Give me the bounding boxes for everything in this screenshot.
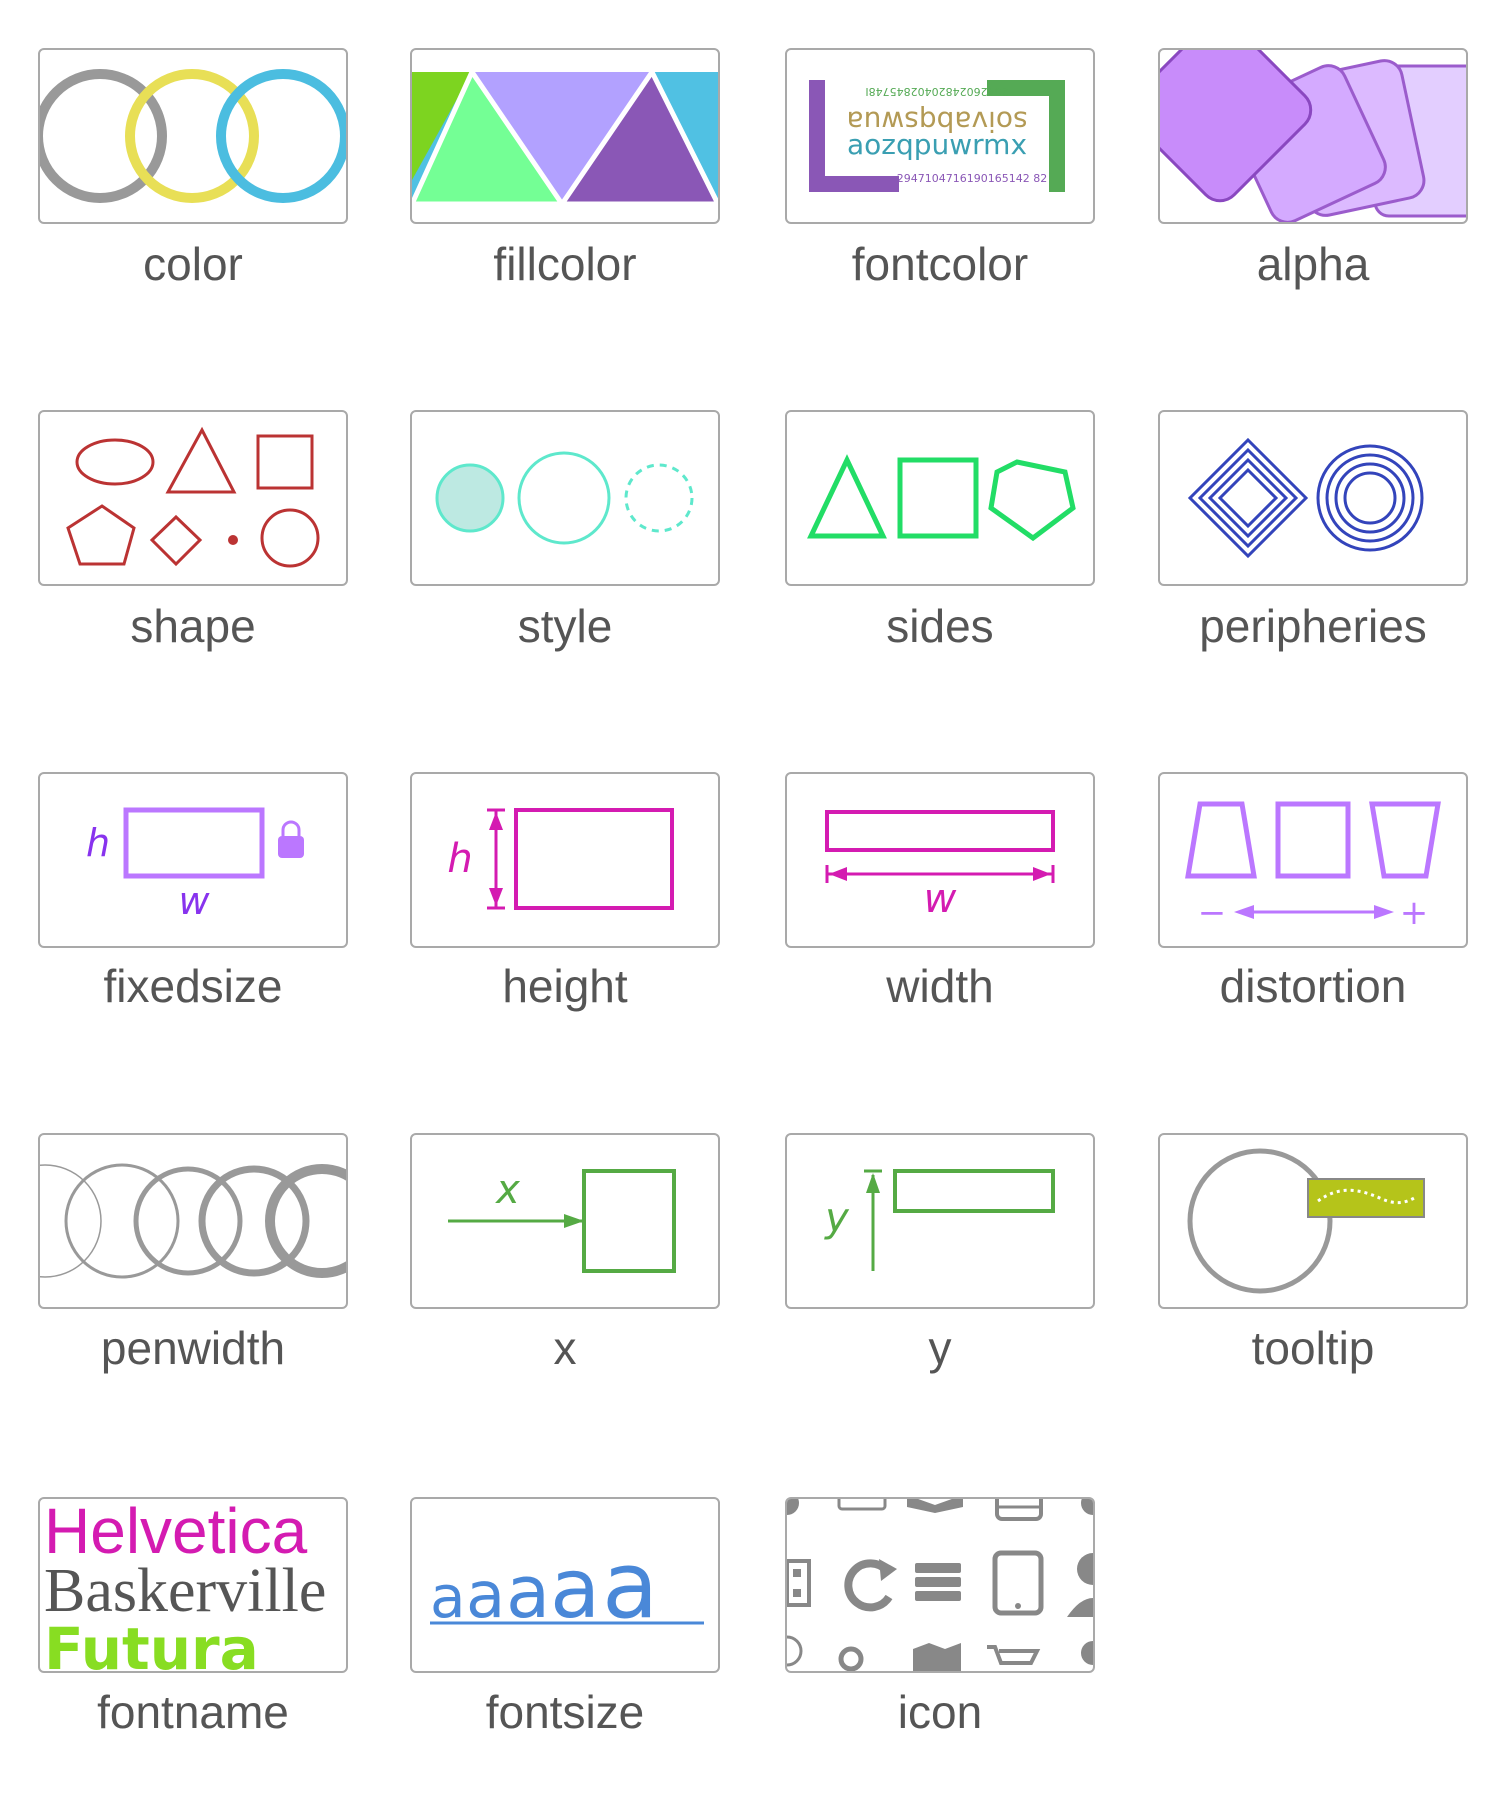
fontsize-glyph-3: a [506,1550,550,1634]
fontname-label: fontname [97,1686,289,1738]
book-icon [907,1499,963,1513]
height-illustration: h [447,808,674,910]
tablet-icon [992,1550,1044,1616]
window-icon [995,1499,1043,1521]
penwidth-label: penwidth [100,1322,286,1374]
sides-tile[interactable] [785,410,1095,586]
alpha-tile[interactable] [1158,48,1468,224]
tooltip-tile[interactable] [1158,1133,1468,1309]
fontsize-label: fontsize [485,1686,645,1738]
fontcolor-word: aozqpuwrmx [847,128,1027,161]
sides-label: sides [886,600,994,652]
fontcolor-illustration: 20426024820402845748I soivabqswua aozqpu… [809,80,1065,192]
fontsize-glyph-1: a [430,1563,466,1631]
width-illustration: w [825,810,1055,922]
fixedsize-w-label: w [178,879,210,923]
keyboard-icon [837,1499,887,1511]
y-illustration: y [824,1169,1055,1271]
fillcolor-tile[interactable] [410,48,720,224]
shape-label: shape [130,600,256,652]
style-tile[interactable] [410,410,720,586]
left-edge-icon [787,1499,803,1667]
lock-icon [278,820,304,858]
alpha-squares-illustration [1160,50,1466,222]
x-tile[interactable]: x [410,1133,720,1309]
height-label: height [502,960,628,1012]
width-tile[interactable]: w [785,772,1095,948]
fixedsize-illustration: h w [86,807,304,923]
tooltip-label: tooltip [1251,1322,1375,1374]
icon-illustration [787,1499,1093,1671]
fixedsize-h-label: h [86,821,110,865]
shape-illustration [66,426,320,568]
fontcolor-label: fontcolor [851,238,1029,290]
fontcolor-mirrored-digits: 20426024820402845748I [865,85,1008,98]
width-w-label: w [924,876,957,922]
tooltip-illustration [1187,1148,1425,1294]
style-label: style [517,600,613,652]
peripheries-tile[interactable] [1158,410,1468,586]
fixedsize-label: fixedsize [103,960,283,1012]
qr-icon [787,1559,811,1607]
link-icon [838,1646,864,1671]
fontname-futura: Futura [44,1615,259,1671]
peripheries-label: peripheries [1199,600,1427,652]
icon-label: icon [897,1686,983,1738]
distortion-minus: − [1198,893,1227,933]
width-label: width [886,960,994,1012]
fillcolor-label: fillcolor [493,238,637,290]
shape-tile[interactable] [38,410,348,586]
sides-illustration [807,454,1076,542]
fillcolor-triangles-illustration [412,66,718,207]
fontsize-illustration: a a a a a [430,1532,704,1639]
x-label: x [553,1322,577,1374]
y-label: y [928,1322,952,1374]
y-tile[interactable]: y [785,1133,1095,1309]
penwidth-tile[interactable] [38,1133,348,1309]
x-illustration: x [448,1167,676,1273]
fontname-tile[interactable]: Helvetica Baskerville Futura [38,1497,348,1673]
icon-tile[interactable] [785,1497,1095,1673]
distortion-illustration: − + [1185,801,1441,933]
color-rings-illustration [40,69,346,203]
distortion-label: distortion [1219,960,1407,1012]
user-icon [1067,1553,1093,1617]
fontcolor-tile[interactable]: 20426024820402845748I soivabqswua aozqpu… [785,48,1095,224]
distortion-plus: + [1400,893,1429,933]
cart-icon [987,1645,1041,1665]
refresh-icon [844,1559,897,1612]
fixedsize-tile[interactable]: h w [38,772,348,948]
server-icon [915,1563,961,1601]
penwidth-illustration [40,1163,346,1279]
height-tile[interactable]: h [410,772,720,948]
color-label: color [143,238,243,290]
distortion-tile[interactable]: − + [1158,772,1468,948]
fontname-illustration: Helvetica Baskerville Futura [44,1499,326,1671]
style-illustration [435,451,694,545]
map-icon [913,1643,961,1671]
y-letter: y [824,1195,850,1241]
x-letter: x [494,1167,520,1213]
height-h-label: h [447,836,472,882]
alpha-label: alpha [1256,238,1370,290]
fontcolor-digits: 2947104716190165142 82 [897,172,1047,185]
peripheries-illustration [1187,437,1424,559]
fontsize-tile[interactable]: a a a a a [410,1497,720,1673]
color-tile[interactable] [38,48,348,224]
